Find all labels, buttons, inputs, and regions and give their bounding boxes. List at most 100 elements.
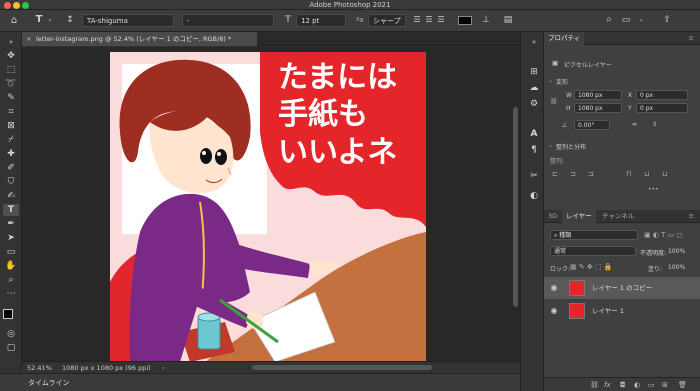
fx-icon[interactable]: fx	[604, 378, 611, 391]
blend-mode-select[interactable]: 通常	[550, 246, 636, 256]
timeline-panel[interactable]: タイムライン	[0, 373, 520, 391]
hand-tool-icon[interactable]: ✋	[3, 260, 19, 272]
vertical-scrollbar[interactable]	[513, 107, 518, 307]
document-tab[interactable]: × letter-instagram.png @ 52.4% (レイヤー 1 の…	[22, 32, 257, 46]
align-horizontal-centers-icon[interactable]: ⊐	[570, 170, 576, 178]
height-field[interactable]: 1080 px	[574, 103, 622, 113]
document-canvas[interactable]: たまには 手紙も いいよネ	[110, 52, 426, 362]
paragraph-icon[interactable]: ¶	[526, 144, 542, 156]
adjustment-icon[interactable]: ◐	[634, 378, 640, 391]
tab-layers[interactable]: レイヤー	[562, 210, 596, 223]
collapse-toolbar-icon[interactable]: »	[3, 36, 19, 48]
zoom-tool-icon[interactable]: ⌕	[3, 274, 19, 286]
move-tool-icon[interactable]: ✥	[3, 50, 19, 62]
minimize-window-button[interactable]	[13, 2, 20, 9]
tab-3d[interactable]: 3D	[544, 210, 561, 223]
eye-icon[interactable]: ◉	[548, 300, 560, 322]
align-right-edges-icon[interactable]: ⊐	[588, 170, 594, 178]
align-left-icon[interactable]: ☰	[412, 14, 422, 26]
opacity-value[interactable]: 100%	[668, 248, 685, 255]
panel-menu-icon[interactable]: ≡	[689, 210, 694, 223]
link-icon[interactable]: ⛓	[590, 378, 599, 391]
frame-tool-icon[interactable]: ⊠	[3, 120, 19, 132]
font-style-select[interactable]: -	[182, 14, 274, 27]
align-right-icon[interactable]: ☰	[436, 14, 446, 26]
mask-icon[interactable]: ◘	[620, 378, 626, 391]
trash-icon[interactable]: 🗑	[678, 378, 687, 391]
history-icon[interactable]: ⊞	[526, 66, 542, 78]
align-top-edges-icon[interactable]: ⊓	[626, 170, 631, 178]
folder-icon[interactable]: ▭	[648, 378, 655, 391]
brushes-icon[interactable]: ☁	[526, 82, 542, 94]
link-icon[interactable]: ⛓	[550, 98, 558, 105]
healing-brush-tool-icon[interactable]: ✚	[3, 148, 19, 160]
object-selection-tool-icon[interactable]: ✎	[3, 92, 19, 104]
eye-icon[interactable]: ◉	[548, 277, 560, 299]
horizontal-scrollbar[interactable]	[252, 365, 432, 370]
layer-row[interactable]: ◉ レイヤー 1	[544, 300, 700, 322]
more-options-button[interactable]: •••	[648, 186, 659, 193]
align-vertical-centers-icon[interactable]: ⊔	[644, 170, 649, 178]
width-field[interactable]: 1080 px	[574, 90, 622, 100]
chevron-down-icon[interactable]: ⌄	[46, 14, 54, 26]
font-family-select[interactable]: TA-shiguma	[82, 14, 174, 27]
adjustments-icon[interactable]: ◐	[526, 190, 542, 202]
text-color-swatch[interactable]	[458, 16, 472, 25]
zoom-window-button[interactable]	[22, 2, 29, 9]
y-field[interactable]: 0 px	[636, 103, 688, 113]
pen-tool-icon[interactable]: ✒	[3, 218, 19, 230]
character-icon[interactable]: A	[526, 128, 542, 140]
x-field[interactable]: 0 px	[636, 90, 688, 100]
fill-value[interactable]: 100%	[668, 264, 685, 271]
eyedropper-tool-icon[interactable]: ⌿	[3, 134, 19, 146]
tab-channels[interactable]: チャンネル	[598, 210, 638, 223]
angle-field[interactable]: 0.00°	[574, 120, 610, 130]
antialias-select[interactable]: シャープ	[368, 14, 406, 27]
align-bottom-edges-icon[interactable]: ⊔	[662, 170, 667, 178]
layer-filter-select[interactable]: ⌕ 種類	[550, 230, 638, 240]
close-window-button[interactable]	[4, 2, 11, 9]
h-label: H	[566, 105, 571, 112]
clone-stamp-tool-icon[interactable]: ⛉	[3, 176, 19, 188]
layer-row[interactable]: ◉ レイヤー 1 のコピー	[544, 277, 700, 299]
search-icon[interactable]: ⌕	[603, 14, 615, 26]
lock-icons[interactable]: ▦ ✎ ✥ ⬚ 🔒	[570, 263, 613, 271]
glyphs-icon[interactable]: ✂	[526, 170, 542, 182]
warp-text-icon[interactable]: ⊥	[480, 14, 492, 26]
type-tool-icon[interactable]: T	[3, 204, 19, 216]
canvas-area[interactable]: たまには 手紙も いいよネ	[22, 47, 520, 362]
chevron-down-icon[interactable]: ⌄	[637, 14, 645, 26]
screen-mode-icon[interactable]: ▢	[3, 342, 19, 354]
tab-properties[interactable]: プロパティ	[544, 32, 585, 45]
flip-vertical-icon[interactable]: ⇕	[652, 121, 657, 128]
text-orientation-icon[interactable]: ↕	[64, 14, 76, 26]
quick-mask-icon[interactable]: ◎	[3, 328, 19, 340]
share-icon[interactable]: ⇪	[660, 14, 674, 26]
brush-tool-icon[interactable]: ✐	[3, 162, 19, 174]
filter-icons[interactable]: ▣ ◐ T ▭ ◻	[644, 231, 682, 239]
lasso-tool-icon[interactable]: ➰	[3, 78, 19, 90]
new-layer-icon[interactable]: ⊞	[662, 378, 668, 391]
type-tool-preset-icon[interactable]: T	[32, 14, 46, 26]
close-tab-icon[interactable]: ×	[26, 32, 31, 46]
history-brush-tool-icon[interactable]: ✍	[3, 190, 19, 202]
chevron-down-icon[interactable]: ⌄	[548, 77, 553, 84]
y-label: Y	[628, 105, 632, 112]
font-size-select[interactable]: 12 pt	[296, 14, 346, 27]
path-selection-tool-icon[interactable]: ➤	[3, 232, 19, 244]
properties-icon[interactable]: ⚙	[526, 98, 542, 110]
crop-tool-icon[interactable]: ⌗	[3, 106, 19, 118]
more-tools-icon[interactable]: ⋯	[3, 288, 19, 300]
marquee-tool-icon[interactable]: ⬚	[3, 64, 19, 76]
workspace-icon[interactable]: ▭	[620, 14, 632, 26]
character-panel-icon[interactable]: ▤	[502, 14, 514, 26]
align-center-icon[interactable]: ☰	[424, 14, 434, 26]
home-icon[interactable]: ⌂	[8, 15, 20, 27]
collapse-panels-icon[interactable]: «	[526, 36, 542, 48]
panel-menu-icon[interactable]: ≡	[689, 32, 694, 45]
foreground-color-swatch[interactable]	[3, 309, 13, 319]
chevron-down-icon[interactable]: ⌄	[548, 142, 553, 149]
rectangle-tool-icon[interactable]: ▭	[3, 246, 19, 258]
flip-horizontal-icon[interactable]: ⇹	[632, 121, 637, 128]
align-left-edges-icon[interactable]: ⊏	[552, 170, 558, 178]
